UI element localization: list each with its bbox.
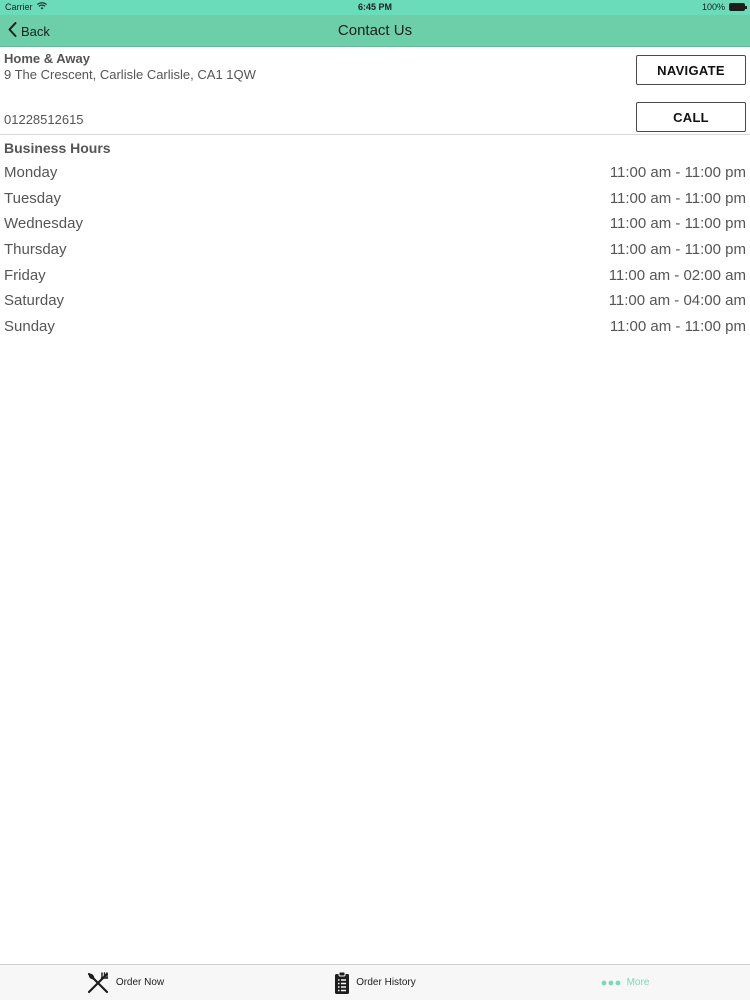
time-range: 11:00 am - 11:00 pm [609, 189, 746, 207]
hours-row: Friday 11:00 am - 02:00 am [0, 262, 750, 288]
tab-order-history-label: Order History [356, 977, 416, 988]
hours-row: Saturday 11:00 am - 04:00 am [0, 288, 750, 314]
day-label: Monday [4, 164, 58, 182]
day-label: Friday [4, 266, 46, 284]
business-hours-title: Business Hours [4, 140, 111, 156]
time-range: 11:00 am - 02:00 am [608, 266, 746, 284]
navigation-bar: Back Contact Us [0, 15, 750, 47]
time-range: 11:00 am - 04:00 am [608, 292, 746, 310]
battery-info: 100% [701, 2, 747, 12]
page-title: Contact Us [337, 22, 413, 39]
tab-order-now-label: Order Now [115, 977, 165, 988]
hours-row: Wednesday 11:00 am - 11:00 pm [0, 211, 750, 237]
day-label: Tuesday [4, 189, 61, 207]
hours-row: Sunday 11:00 am - 11:00 pm [0, 314, 750, 340]
clipboard-icon [334, 971, 350, 995]
battery-percent: 100% [701, 2, 725, 12]
call-button[interactable]: CALL [636, 102, 746, 132]
day-label: Saturday [4, 292, 65, 310]
tab-order-history[interactable]: Order History [250, 965, 500, 1000]
tab-more-label: More [626, 977, 650, 988]
store-phone: 01228512615 [4, 112, 84, 127]
clock: 6:45 PM [357, 2, 392, 12]
day-label: Wednesday [4, 215, 83, 233]
store-info-section: Home & Away 9 The Crescent, Carlisle Car… [0, 47, 750, 135]
hours-row: Tuesday 11:00 am - 11:00 pm [0, 186, 750, 212]
business-hours-section: Business Hours Monday 11:00 am - 11:00 p… [0, 140, 750, 339]
time-range: 11:00 am - 11:00 pm [609, 317, 746, 335]
battery-icon [729, 3, 747, 11]
store-address: 9 The Crescent, Carlisle Carlisle, CA1 1… [4, 67, 256, 82]
tab-more[interactable]: More [500, 965, 750, 1000]
hours-row: Thursday 11:00 am - 11:00 pm [0, 237, 750, 263]
status-bar: Carrier 6:45 PM 100% [0, 0, 750, 15]
day-label: Thursday [4, 241, 67, 259]
business-hours-list: Monday 11:00 am - 11:00 pm Tuesday 11:00… [0, 160, 750, 339]
fork-knife-icon [86, 971, 110, 995]
navigate-button[interactable]: NAVIGATE [636, 55, 746, 85]
day-label: Sunday [4, 317, 55, 335]
time-range: 11:00 am - 11:00 pm [609, 241, 746, 259]
time-range: 11:00 am - 11:00 pm [609, 215, 746, 233]
store-name: Home & Away [4, 51, 90, 66]
more-dots-icon [601, 980, 621, 986]
tab-bar: Order Now Order History More [0, 964, 750, 1000]
tab-order-now[interactable]: Order Now [0, 965, 250, 1000]
time-range: 11:00 am - 11:00 pm [609, 164, 746, 182]
hours-row: Monday 11:00 am - 11:00 pm [0, 160, 750, 186]
